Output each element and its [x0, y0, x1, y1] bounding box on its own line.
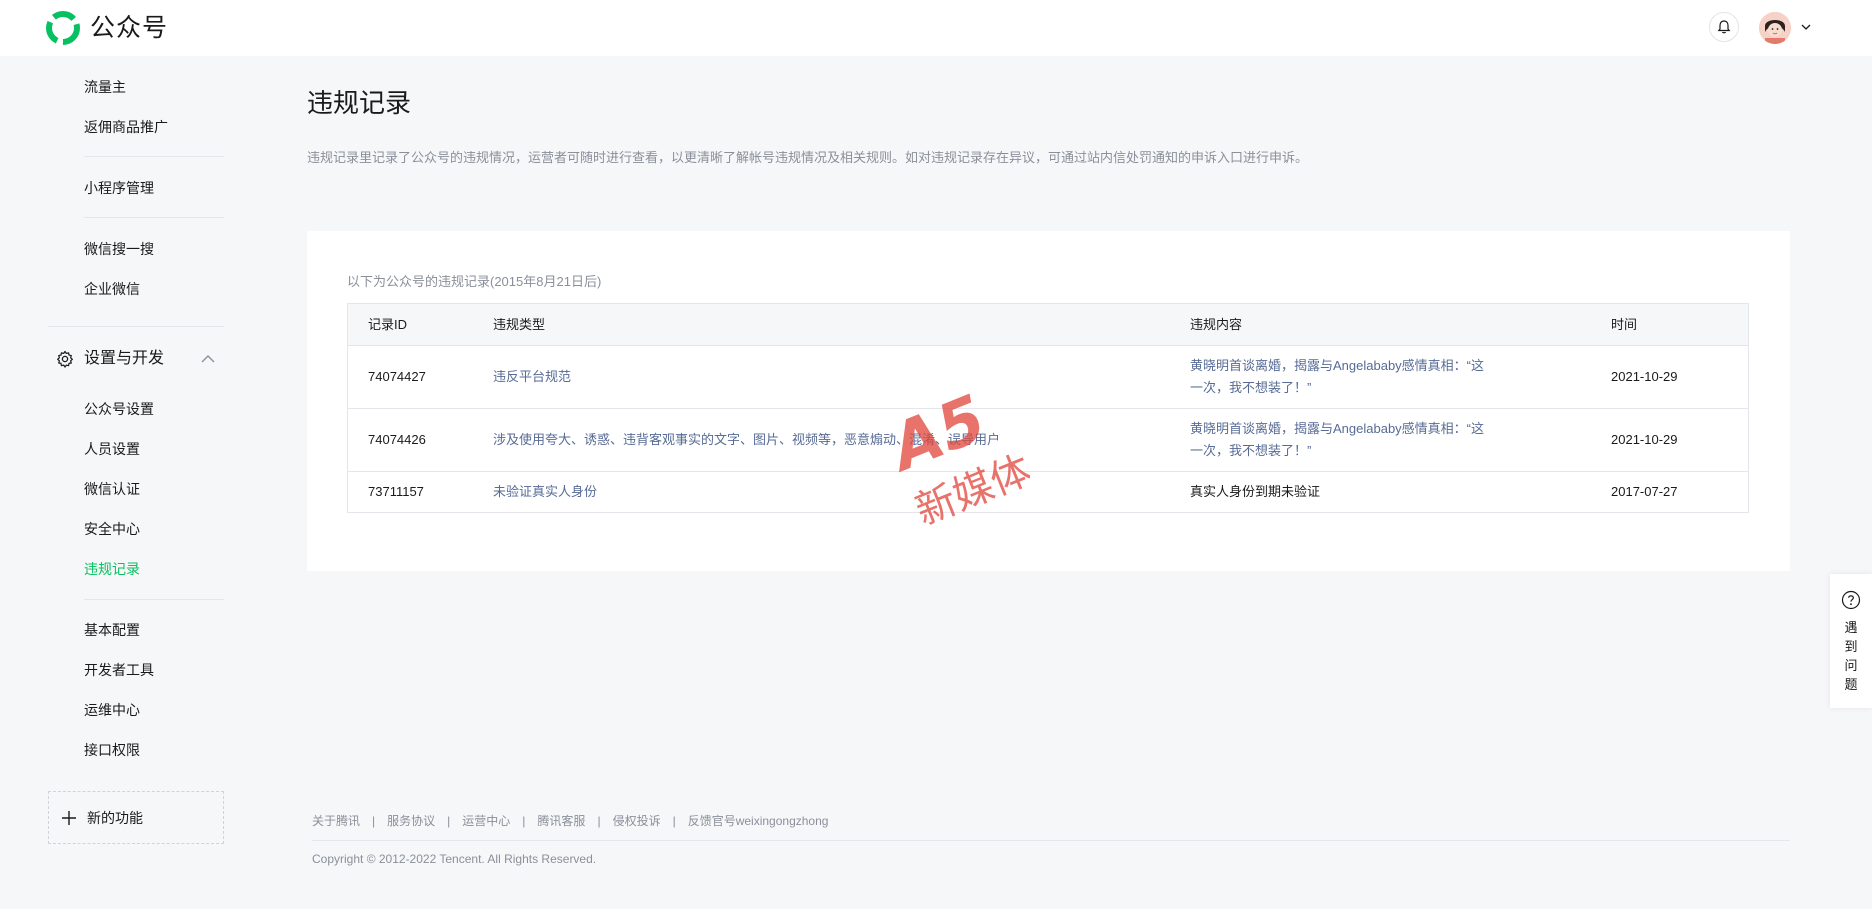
record-id: 73711157: [368, 484, 424, 499]
footer-separator: |: [372, 814, 376, 828]
chevron-down-icon[interactable]: [1799, 20, 1813, 34]
record-id: 74074427: [368, 369, 426, 384]
gear-icon: [57, 350, 73, 368]
violation-content-link[interactable]: 黄晓明首谈离婚，揭露与Angelababy感情真相：“这一次，我不想装了！”: [1190, 355, 1490, 399]
notification-button[interactable]: [1709, 12, 1739, 42]
bell-icon: [1717, 20, 1731, 34]
sidebar-item-traffic-host[interactable]: 流量主: [84, 77, 126, 97]
help-label-char: 问: [1844, 658, 1858, 673]
footer-separator: |: [447, 814, 451, 828]
new-feature-label: 新的功能: [87, 810, 143, 826]
footer-divider: [312, 840, 1790, 841]
footer-links: 关于腾讯 | 服务协议 | 运营中心 | 腾讯客服 | 侵权投诉 | 反馈官号weixingongz…: [312, 812, 828, 830]
table-row: 74074427 违反平台规范 黄晓明首谈离婚，揭露与Angelababy感情真…: [348, 346, 1748, 409]
table-row: 74074426 涉及使用夸大、诱惑、违背客观事实的文字、图片、视频等，恶意煽动…: [348, 409, 1748, 472]
chevron-up-icon: [201, 355, 215, 363]
record-time: 2021-10-29: [1611, 432, 1678, 447]
footer-link-infringement[interactable]: 侵权投诉: [613, 814, 661, 828]
sidebar-item-commission-promotion[interactable]: 返佣商品推广: [84, 117, 168, 137]
help-label-char: 到: [1844, 639, 1858, 654]
sidebar-item-account-settings[interactable]: 公众号设置: [84, 399, 154, 419]
sidebar-item-wechat-verification[interactable]: 微信认证: [84, 479, 140, 499]
footer-separator: |: [672, 814, 676, 828]
violation-records-card: 以下为公众号的违规记录(2015年8月21日后) 记录ID 违规类型 违规内容 …: [307, 231, 1790, 571]
sidebar-divider: [84, 156, 224, 157]
sidebar-item-security-center[interactable]: 安全中心: [84, 519, 140, 539]
sidebar-item-violation-records[interactable]: 违规记录: [84, 559, 140, 579]
wechat-mp-logo-icon[interactable]: [46, 11, 80, 45]
table-header: 记录ID 违规类型 违规内容 时间: [348, 304, 1748, 346]
help-button[interactable]: 遇 到 问 题: [1830, 574, 1872, 708]
column-header-violation-type: 违规类型: [493, 317, 546, 332]
top-bar: 公众号: [0, 0, 1872, 56]
sidebar-item-developer-tools[interactable]: 开发者工具: [84, 660, 154, 680]
violation-content: 真实人身份到期未验证: [1190, 484, 1321, 499]
footer-separator: |: [597, 814, 601, 828]
sidebar-divider: [48, 326, 224, 327]
help-label: 遇 到 问 题: [1830, 618, 1872, 694]
copyright: Copyright © 2012-2022 Tencent. All Right…: [312, 852, 597, 866]
table-caption: 以下为公众号的违规记录(2015年8月21日后): [347, 274, 602, 289]
plus-icon: [62, 811, 76, 825]
column-header-time: 时间: [1611, 317, 1638, 332]
sidebar-group-settings-dev[interactable]: 设置与开发: [56, 344, 226, 374]
table-row: 73711157 未验证真实人身份 真实人身份到期未验证 2017-07-27: [348, 472, 1748, 512]
sidebar-item-ops-center[interactable]: 运维中心: [84, 700, 140, 720]
record-time: 2017-07-27: [1611, 484, 1678, 499]
violation-type-link[interactable]: 未验证真实人身份: [493, 481, 597, 503]
question-circle-icon: [1841, 590, 1861, 610]
page-title: 违规记录: [307, 88, 412, 118]
violation-type-link[interactable]: 涉及使用夸大、诱惑、违背客观事实的文字、图片、视频等，恶意煽动、混淆、误导用户: [493, 429, 1000, 451]
footer-link-customer-service[interactable]: 腾讯客服: [537, 814, 585, 828]
footer-separator: |: [522, 814, 526, 828]
sidebar-item-basic-config[interactable]: 基本配置: [84, 620, 140, 640]
sidebar-item-wechat-search[interactable]: 微信搜一搜: [84, 239, 154, 259]
avatar[interactable]: [1759, 12, 1791, 44]
column-header-violation-content: 违规内容: [1190, 317, 1243, 332]
sidebar-item-mini-program[interactable]: 小程序管理: [84, 178, 154, 198]
help-label-char: 遇: [1844, 620, 1858, 635]
violation-content-link[interactable]: 黄晓明首谈离婚，揭露与Angelababy感情真相：“这一次，我不想装了！”: [1190, 418, 1490, 462]
sidebar-divider: [84, 599, 224, 600]
column-header-record-id: 记录ID: [368, 317, 408, 332]
violation-table: 记录ID 违规类型 违规内容 时间 74074427 违反平台规范 黄晓明首谈离…: [347, 303, 1749, 513]
sidebar-divider: [84, 217, 224, 218]
help-label-char: 题: [1844, 677, 1858, 692]
record-time: 2021-10-29: [1611, 369, 1678, 384]
sidebar-item-api-permissions[interactable]: 接口权限: [84, 740, 140, 760]
violation-type-link[interactable]: 违反平台规范: [493, 366, 571, 388]
record-id: 74074426: [368, 432, 426, 447]
sidebar-group-label: 设置与开发: [84, 350, 165, 367]
user-avatar-icon: [1759, 12, 1791, 44]
footer-link-ops-center[interactable]: 运营中心: [462, 814, 510, 828]
new-feature-button[interactable]: 新的功能: [48, 791, 224, 844]
footer-link-feedback-account[interactable]: 反馈官号weixingongzhong: [688, 814, 829, 828]
brand-name[interactable]: 公众号: [90, 12, 168, 44]
sidebar-item-wecom[interactable]: 企业微信: [84, 279, 140, 299]
footer-link-service-agreement[interactable]: 服务协议: [387, 814, 435, 828]
sidebar-item-staff-settings[interactable]: 人员设置: [84, 439, 140, 459]
footer-link-about[interactable]: 关于腾讯: [312, 814, 360, 828]
page-description: 违规记录里记录了公众号的违规情况，运营者可随时进行查看，以更清晰了解帐号违规情况…: [307, 150, 1309, 165]
